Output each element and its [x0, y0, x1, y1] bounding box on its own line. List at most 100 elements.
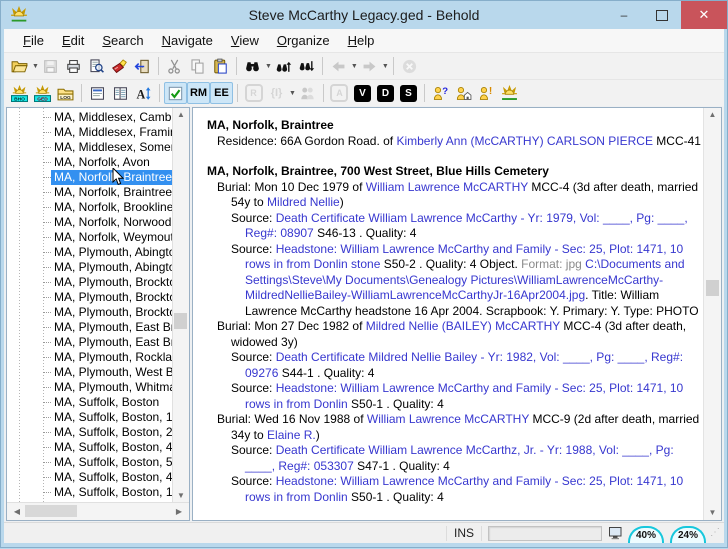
scroll-up-icon[interactable]: ▲ — [706, 108, 720, 122]
sources-button[interactable]: S — [397, 82, 420, 104]
tree-item[interactable]: MA, Plymouth, Abington — [7, 245, 189, 260]
chevron-down-icon[interactable]: ▼ — [32, 63, 39, 70]
tree-item[interactable]: MA, Suffolk, Boston, 55 F — [7, 455, 189, 470]
chevron-down-icon[interactable]: ▼ — [351, 63, 358, 70]
tree-item[interactable]: MA, Suffolk, Boston — [7, 395, 189, 410]
tree-scroll-thumb[interactable] — [174, 313, 187, 329]
menu-navigate[interactable]: Navigate — [153, 31, 222, 50]
everything-button[interactable] — [498, 82, 521, 104]
tree-item[interactable]: MA, Plymouth, West Bridgewater — [7, 365, 189, 380]
tree-item[interactable]: MA, Norfolk, Brookline — [7, 200, 189, 215]
tree-item[interactable]: MA, Norfolk, Braintree, 700 — [7, 185, 189, 200]
menu-edit[interactable]: Edit — [53, 31, 93, 50]
report-text: Residence: 66A Gordon Road. of — [217, 134, 396, 148]
tree-item[interactable]: MA, Suffolk, Boston, 45 V — [7, 440, 189, 455]
record-link[interactable]: Headstone: William Lawrence McCarthy and… — [245, 381, 683, 411]
tree-item[interactable]: MA, Plymouth, East Bridgewater — [7, 335, 189, 350]
forward-button — [358, 55, 381, 77]
chevron-down-icon[interactable]: ▼ — [265, 63, 272, 70]
tree-item[interactable]: MA, Plymouth, East Bridgewater — [7, 320, 189, 335]
rm-toggle[interactable]: RM — [187, 82, 210, 104]
font-button[interactable]: A — [132, 82, 155, 104]
details-button[interactable]: D — [374, 82, 397, 104]
report-text: Burial: Mon 27 Dec 1982 of — [217, 319, 366, 333]
print-preview-button[interactable] — [85, 55, 108, 77]
menu-help[interactable]: Help — [339, 31, 384, 50]
print-button[interactable] — [62, 55, 85, 77]
maximize-button[interactable] — [643, 1, 681, 29]
tree-item[interactable]: MA, Plymouth, Brockton, 6 — [7, 305, 189, 320]
tree-item[interactable]: MA, Middlesex, Somerville — [7, 140, 189, 155]
menu-bar: FileEditSearchNavigateViewOrganizeHelp — [4, 29, 724, 52]
record-link[interactable]: William Lawrence McCARTHY — [367, 412, 529, 426]
tree-item[interactable]: MA, Norfolk, Braintree — [7, 170, 189, 185]
families-button[interactable] — [452, 82, 475, 104]
tree-item[interactable]: MA, Norfolk, Weymouth — [7, 230, 189, 245]
log-view-button[interactable]: LOG — [54, 82, 77, 104]
all-button-label: A — [330, 84, 348, 102]
minimize-button[interactable]: – — [605, 1, 643, 29]
tree-horizontal-scrollbar[interactable]: ◀ ▶ — [7, 502, 189, 520]
purge-button[interactable] — [108, 55, 131, 77]
tree-vertical-scrollbar[interactable]: ▲ ▼ — [172, 108, 189, 503]
record-link[interactable]: Death Certificate William Lawrence McCar… — [245, 443, 674, 473]
report-layout-button[interactable] — [86, 82, 109, 104]
record-link[interactable]: Mildred Nellie — [267, 195, 340, 209]
tree-item[interactable]: MA, Middlesex, Framingham — [7, 125, 189, 140]
details-toggle[interactable] — [164, 82, 187, 104]
record-link[interactable]: Elaine R. — [267, 428, 316, 442]
tree-item[interactable]: MA, Suffolk, Boston, 23 D — [7, 425, 189, 440]
resize-grip[interactable]: ⋰ — [710, 527, 722, 539]
sun-plain-icon — [501, 85, 518, 102]
record-link[interactable]: Mildred Nellie (BAILEY) McCARTHY — [366, 319, 560, 333]
report-paragraph: Burial: Wed 16 Nov 1988 of William Lawre… — [207, 412, 701, 443]
virtual-button[interactable]: V — [351, 82, 374, 104]
tree-item[interactable]: MA, Norfolk, Norwood — [7, 215, 189, 230]
report-vertical-scrollbar[interactable]: ▲ ▼ — [703, 108, 721, 520]
record-link[interactable]: Kimberly Ann (McCARTHY) CARLSON PIERCE — [396, 134, 653, 148]
find-previous-button[interactable] — [272, 55, 295, 77]
report-doc-icon — [89, 85, 106, 102]
scroll-down-icon[interactable]: ▼ — [706, 506, 720, 520]
ee-toggle[interactable]: EE — [210, 82, 233, 104]
find-next-button[interactable] — [295, 55, 318, 77]
tree-item[interactable]: MA, Plymouth, Brockton — [7, 275, 189, 290]
menu-organize[interactable]: Organize — [268, 31, 339, 50]
open-button[interactable] — [8, 55, 31, 77]
font-a-icon: A — [135, 85, 152, 102]
scroll-left-icon[interactable]: ◀ — [10, 505, 24, 519]
tree-item[interactable]: MA, Plymouth, Brockton, 2 — [7, 290, 189, 305]
scroll-down-icon[interactable]: ▼ — [174, 489, 188, 503]
scroll-up-icon[interactable]: ▲ — [174, 108, 188, 122]
find-button[interactable] — [241, 55, 264, 77]
tree-item-label: MA, Plymouth, Rockland, — [51, 350, 189, 365]
tree-item[interactable]: MA, Plymouth, Rockland, — [7, 350, 189, 365]
menu-file[interactable]: File — [14, 31, 53, 50]
gedcom-view-button[interactable]: GED — [31, 82, 54, 104]
unknown-people-button[interactable]: ? — [429, 82, 452, 104]
tree-item[interactable]: MA, Suffolk, Boston, 1366 — [7, 485, 189, 500]
tree-item[interactable]: MA, Norfolk, Avon — [7, 155, 189, 170]
chevron-down-icon[interactable]: ▼ — [382, 63, 389, 70]
record-link[interactable]: Death Certificate William Lawrence McCar… — [245, 211, 688, 241]
paste-button[interactable] — [209, 55, 232, 77]
chevron-down-icon[interactable]: ▼ — [289, 90, 296, 97]
index-layout-button[interactable] — [109, 82, 132, 104]
key-people-button[interactable]: ! — [475, 82, 498, 104]
report-scroll-thumb[interactable] — [706, 280, 719, 296]
tree-item[interactable]: MA, Suffolk, Boston, 436 — [7, 470, 189, 485]
scroll-right-icon[interactable]: ▶ — [172, 505, 186, 519]
menu-search[interactable]: Search — [93, 31, 152, 50]
record-link[interactable]: Headstone: William Lawrence McCarthy and… — [245, 474, 683, 504]
tree-item[interactable]: MA, Middlesex, Cambridge — [7, 110, 189, 125]
tree-hscroll-thumb[interactable] — [25, 505, 77, 517]
menu-view[interactable]: View — [222, 31, 268, 50]
tree-item[interactable]: MA, Suffolk, Boston, 1 Bo — [7, 410, 189, 425]
tree-item-label: MA, Suffolk, Boston, 1 Bo — [51, 410, 189, 425]
tree-item[interactable]: MA, Plymouth, Abington, 4 — [7, 260, 189, 275]
tree-item[interactable]: MA, Plymouth, Whitman — [7, 380, 189, 395]
close-button[interactable]: ✕ — [681, 1, 727, 29]
behold-view-button[interactable]: BHO — [8, 82, 31, 104]
record-link[interactable]: William Lawrence McCARTHY — [366, 180, 528, 194]
exit-button[interactable] — [131, 55, 154, 77]
